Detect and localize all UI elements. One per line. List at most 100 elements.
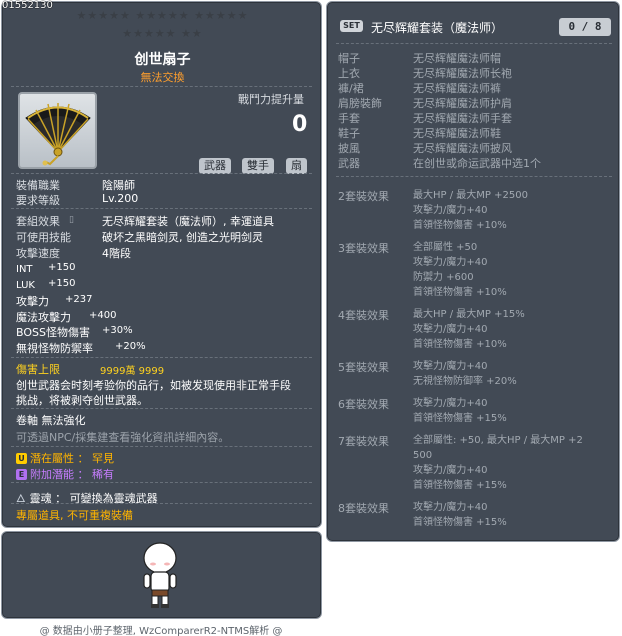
set-bonus-line: 最大HP / 最大MP +15% xyxy=(413,309,525,320)
set-part-slot: 肩膀裝飾 xyxy=(338,97,382,110)
set-bonus-key: 5套裝效果 xyxy=(338,361,389,374)
set-part-slot: 上衣 xyxy=(338,67,360,80)
tag-weapon: 武器 xyxy=(199,158,231,174)
scroll-status: 卷軸 無法強化 xyxy=(16,414,86,427)
tag-two-handed: 雙手 xyxy=(242,158,274,174)
stat-value: +30% xyxy=(102,325,133,336)
avatar-preview-panel xyxy=(1,531,322,619)
fan-weapon-icon xyxy=(25,103,91,166)
set-part-row: 帽子 无尽辉耀魔法师帽 xyxy=(338,50,501,66)
power-increase-label: 戰鬥力提升量 xyxy=(238,93,304,106)
divider xyxy=(11,408,312,409)
set-bonus-line: 首領怪物傷害 +10% xyxy=(413,220,507,231)
set-bonus-line: 首領怪物傷害 +15% xyxy=(413,480,507,491)
stat-row: LUK +150 xyxy=(16,278,75,291)
divider xyxy=(11,357,312,358)
stat-value: +20% xyxy=(115,341,146,352)
set-part-row: 肩膀裝飾 无尽辉耀魔法师护肩 xyxy=(338,95,512,111)
set-bonus-line: 首領怪物傷害 +15% xyxy=(413,517,507,528)
set-part-row: 武器 在创世或命运武器中选1个 xyxy=(338,155,541,171)
item-id-label: 01552130 xyxy=(2,0,53,11)
set-title: 无尽辉耀套装（魔法师） xyxy=(371,21,504,35)
set-part-slot: 披風 xyxy=(338,142,360,155)
set-bonus-line: 防禦力 +600 xyxy=(413,272,474,283)
set-bonus-line: 500 xyxy=(413,450,433,461)
item-tooltip-panel: ★★★★★ ★★★★★ ★★★★★ ★★★★★ ★★ 创世扇子 無法交換 戰鬥力 xyxy=(1,1,322,528)
attack-speed-row: 攻擊速度 4階段 xyxy=(16,245,131,261)
skills-row: 可使用技能 破坏之黑暗剑灵, 创造之光明剑灵 xyxy=(16,229,263,245)
stat-row: 攻擊力 +237 xyxy=(16,293,92,309)
divider xyxy=(336,43,612,44)
set-effect-label: 套組效果 xyxy=(16,215,60,228)
scroll-hint: 可透過NPC/採集建查看強化資訊詳細內容。 xyxy=(16,431,230,444)
set-part-name: 无尽辉耀魔法师裤 xyxy=(413,82,501,95)
set-part-slot: 鞋子 xyxy=(338,127,360,140)
set-bonus-key: 6套裝效果 xyxy=(338,398,389,411)
additional-potential-label: 附加潛能 ： 稀有 xyxy=(30,468,114,481)
set-part-name: 无尽辉耀魔法师披风 xyxy=(413,142,512,155)
stat-value: +400 xyxy=(89,310,117,321)
set-bonus-line: 最大HP / 最大MP +2500 xyxy=(413,190,528,201)
set-bonus-line: 攻擊力/魔力+40 xyxy=(413,465,488,476)
item-icon-frame xyxy=(18,92,97,169)
set-part-name: 无尽辉耀魔法师鞋 xyxy=(413,127,501,140)
character-avatar-icon xyxy=(143,542,177,608)
job-label: 裝備職業 xyxy=(16,179,60,192)
job-value: 陰陽師 xyxy=(102,179,135,192)
set-part-row: 手套 无尽辉耀魔法师手套 xyxy=(338,110,512,126)
stat-label: BOSS怪物傷害 xyxy=(16,326,90,339)
stat-value: +237 xyxy=(65,294,93,305)
stat-value: +150 xyxy=(48,278,76,289)
set-bonus-line: 全部屬性 +50 xyxy=(413,242,478,253)
stat-label: LUK xyxy=(16,280,35,291)
set-bonus-line: 首領怪物傷害 +10% xyxy=(413,287,507,298)
stat-label: 無視怪物防禦率 xyxy=(16,342,93,355)
level-label: 要求等級 xyxy=(16,194,60,207)
set-part-row: 褲/裙 无尽辉耀魔法师裤 xyxy=(338,80,501,96)
description-line: 创世武器会时刻考验你的品行，如被发现使用非正常手段 xyxy=(16,379,291,392)
level-value: Lv.200 xyxy=(102,192,139,205)
damage-cap-row: 傷害上限 9999萬 9999 xyxy=(16,361,164,377)
set-count-badge: 0 / 8 xyxy=(559,18,611,36)
set-effects-panel: SET 无尽辉耀套装（魔法师） 0 / 8 帽子 无尽辉耀魔法师帽 上衣 无尽辉耀魔… xyxy=(326,1,620,542)
set-bonus-line: 全部屬性: +50, 最大HP / 最大MP +2 xyxy=(413,435,583,446)
set-bonus-line: 攻擊力/魔力+40 xyxy=(413,257,488,268)
divider xyxy=(11,503,312,504)
set-bonus-line: 首領怪物傷害 +10% xyxy=(413,339,507,350)
set-part-name: 无尽辉耀魔法师手套 xyxy=(413,112,512,125)
stat-row: 無視怪物防禦率 +20% xyxy=(16,340,146,356)
set-part-name: 无尽辉耀魔法师帽 xyxy=(413,52,501,65)
set-bonus-line: 攻擊力/魔力+40 xyxy=(413,361,488,372)
set-effect-row: 套組效果 ▯ 无尽辉耀套装（魔法师）, 幸運道具 xyxy=(16,213,274,229)
stat-row: BOSS怪物傷害 +30% xyxy=(16,324,133,340)
set-bonus-key: 4套裝效果 xyxy=(338,309,389,322)
stat-row: 魔法攻擊力 +400 xyxy=(16,309,116,325)
tag-fan: 扇 xyxy=(286,158,307,174)
set-bonus-line: 攻擊力/魔力+40 xyxy=(413,324,488,335)
set-bonus-key: 2套裝效果 xyxy=(338,190,389,203)
potential-label: 潛在屬性 ： 罕見 xyxy=(30,452,114,465)
set-bonus-line: 攻擊力/魔力+40 xyxy=(413,205,488,216)
set-bonus-key: 8套裝效果 xyxy=(338,502,389,515)
set-bonus-key: 3套裝效果 xyxy=(338,242,389,255)
power-increase-value: 0 xyxy=(292,112,308,137)
epic-badge-icon: E xyxy=(16,469,27,480)
divider xyxy=(11,446,312,447)
soul-row: 🜂 靈魂 ： 可變換為靈魂武器 xyxy=(16,487,158,509)
exclusive-item-notice: 專屬道具, 不可重複裝備 xyxy=(16,509,133,522)
footer-credit: @ 数据由小册子整理, WzComparerR2-NTMS解析 @ xyxy=(39,626,283,636)
set-part-slot: 手套 xyxy=(338,112,360,125)
attack-speed-label: 攻擊速度 xyxy=(16,247,60,260)
set-part-name: 无尽辉耀魔法师护肩 xyxy=(413,97,512,110)
level-row: 要求等級 Lv.200 xyxy=(16,192,138,208)
damage-cap-value: 9999萬 9999 xyxy=(100,366,165,377)
description-line: 挑战，将被剥夺创世武器。 xyxy=(16,394,148,407)
divider xyxy=(11,173,312,174)
stat-row: INT +150 xyxy=(16,262,75,275)
divider xyxy=(336,176,612,177)
additional-potential-row: E 附加潛能 ： 稀有 xyxy=(16,466,114,482)
attack-speed-value: 4階段 xyxy=(102,247,131,260)
set-part-slot: 帽子 xyxy=(338,52,360,65)
set-bonus-line: 无視怪物防御率 +20% xyxy=(413,376,517,387)
skills-value: 破坏之黑暗剑灵, 创造之光明剑灵 xyxy=(102,231,263,244)
